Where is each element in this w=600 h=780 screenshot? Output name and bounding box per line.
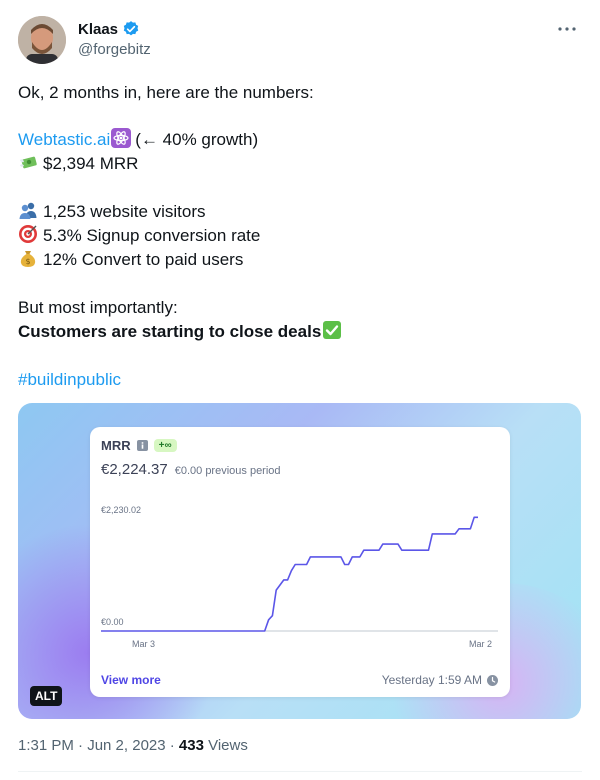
tweet-line-important: But most importantly: bbox=[18, 298, 178, 317]
view-count: 433 bbox=[178, 737, 204, 754]
conversion-text: 5.3% Signup conversion rate bbox=[43, 226, 261, 245]
footer-divider bbox=[18, 771, 582, 772]
tweet-line-hashtag: #buildinpublic bbox=[18, 368, 121, 392]
card-value: €2,224.37 bbox=[101, 461, 168, 478]
check-mark-icon bbox=[323, 321, 342, 339]
hashtag-link[interactable]: #buildinpublic bbox=[18, 370, 121, 389]
tweet-line-link: Webtastic.ai (← 40% growth) bbox=[18, 128, 258, 152]
visitors-text: 1,253 website visitors bbox=[43, 202, 206, 221]
paid-text: 12% Convert to paid users bbox=[43, 250, 244, 269]
card-previous: €0.00 previous period bbox=[174, 465, 281, 477]
alt-text-button[interactable]: ALT bbox=[30, 686, 63, 706]
author-name[interactable]: Klaas bbox=[78, 21, 118, 38]
clock-icon bbox=[487, 674, 498, 686]
tweet-line-closing: Customers are starting to close deals bbox=[18, 320, 347, 344]
info-icon bbox=[136, 440, 148, 451]
closing-text: Customers are starting to close deals bbox=[18, 322, 322, 341]
views-label: Views bbox=[203, 737, 248, 754]
webtastic-link[interactable]: Webtastic.ai bbox=[18, 130, 110, 149]
growth-text: (← 40% growth) bbox=[135, 130, 259, 149]
tweet-line-visitors: 1,253 website visitors bbox=[18, 200, 206, 224]
tweet-line-conversion: 5.3% Signup conversion rate bbox=[18, 224, 260, 248]
card-timestamp-row: Yesterday 1:59 AM bbox=[382, 673, 498, 687]
tweet-line-mrr: $2,394 MRR bbox=[18, 152, 138, 176]
tweet-line-paid: $ 12% Convert to paid users bbox=[18, 248, 243, 272]
more-options-icon[interactable] bbox=[556, 22, 578, 36]
people-icon bbox=[19, 202, 37, 219]
card-header: MRR +∞ bbox=[101, 438, 177, 453]
avatar-image bbox=[18, 16, 66, 64]
card-value-row: €2,224.37 €0.00 previous period bbox=[101, 461, 281, 478]
y-tick-label-bottom: €0.00 bbox=[101, 617, 124, 627]
svg-text:$: $ bbox=[25, 257, 30, 266]
money-with-wings-icon bbox=[20, 156, 37, 169]
card-title: MRR bbox=[101, 438, 131, 453]
x-tick-label-start: Mar 3 bbox=[132, 639, 155, 649]
tweet-meta: 1:31 PM · Jun 2, 2023 · 433 Views bbox=[18, 737, 248, 754]
view-more-link[interactable]: View more bbox=[101, 673, 161, 687]
author-name-row[interactable]: Klaas bbox=[78, 20, 140, 38]
tweet-line-intro: Ok, 2 months in, here are the numbers: bbox=[18, 83, 314, 102]
target-icon bbox=[19, 225, 37, 243]
tweet-media-image[interactable]: MRR +∞ €2,224.37 €0.00 previous period €… bbox=[18, 403, 581, 719]
tweet-timestamp[interactable]: 1:31 PM · Jun 2, 2023 · bbox=[18, 737, 179, 754]
mrr-card: MRR +∞ €2,224.37 €0.00 previous period €… bbox=[90, 427, 510, 697]
avatar[interactable] bbox=[18, 16, 66, 64]
money-bag-icon: $ bbox=[20, 251, 36, 267]
atom-icon bbox=[111, 128, 132, 148]
growth-badge: +∞ bbox=[153, 439, 177, 452]
mrr-chart: €2,230.02 €0.00 Mar 3 Mar 2 bbox=[101, 505, 498, 649]
author-handle[interactable]: @forgebitz bbox=[78, 41, 151, 58]
card-timestamp: Yesterday 1:59 AM bbox=[381, 673, 482, 687]
y-tick-label-top: €2,230.02 bbox=[101, 505, 141, 515]
mrr-text: $2,394 MRR bbox=[43, 154, 139, 173]
verified-badge-icon bbox=[123, 21, 139, 36]
x-tick-label-end: Mar 2 bbox=[469, 639, 492, 649]
mrr-series-line bbox=[101, 516, 478, 632]
